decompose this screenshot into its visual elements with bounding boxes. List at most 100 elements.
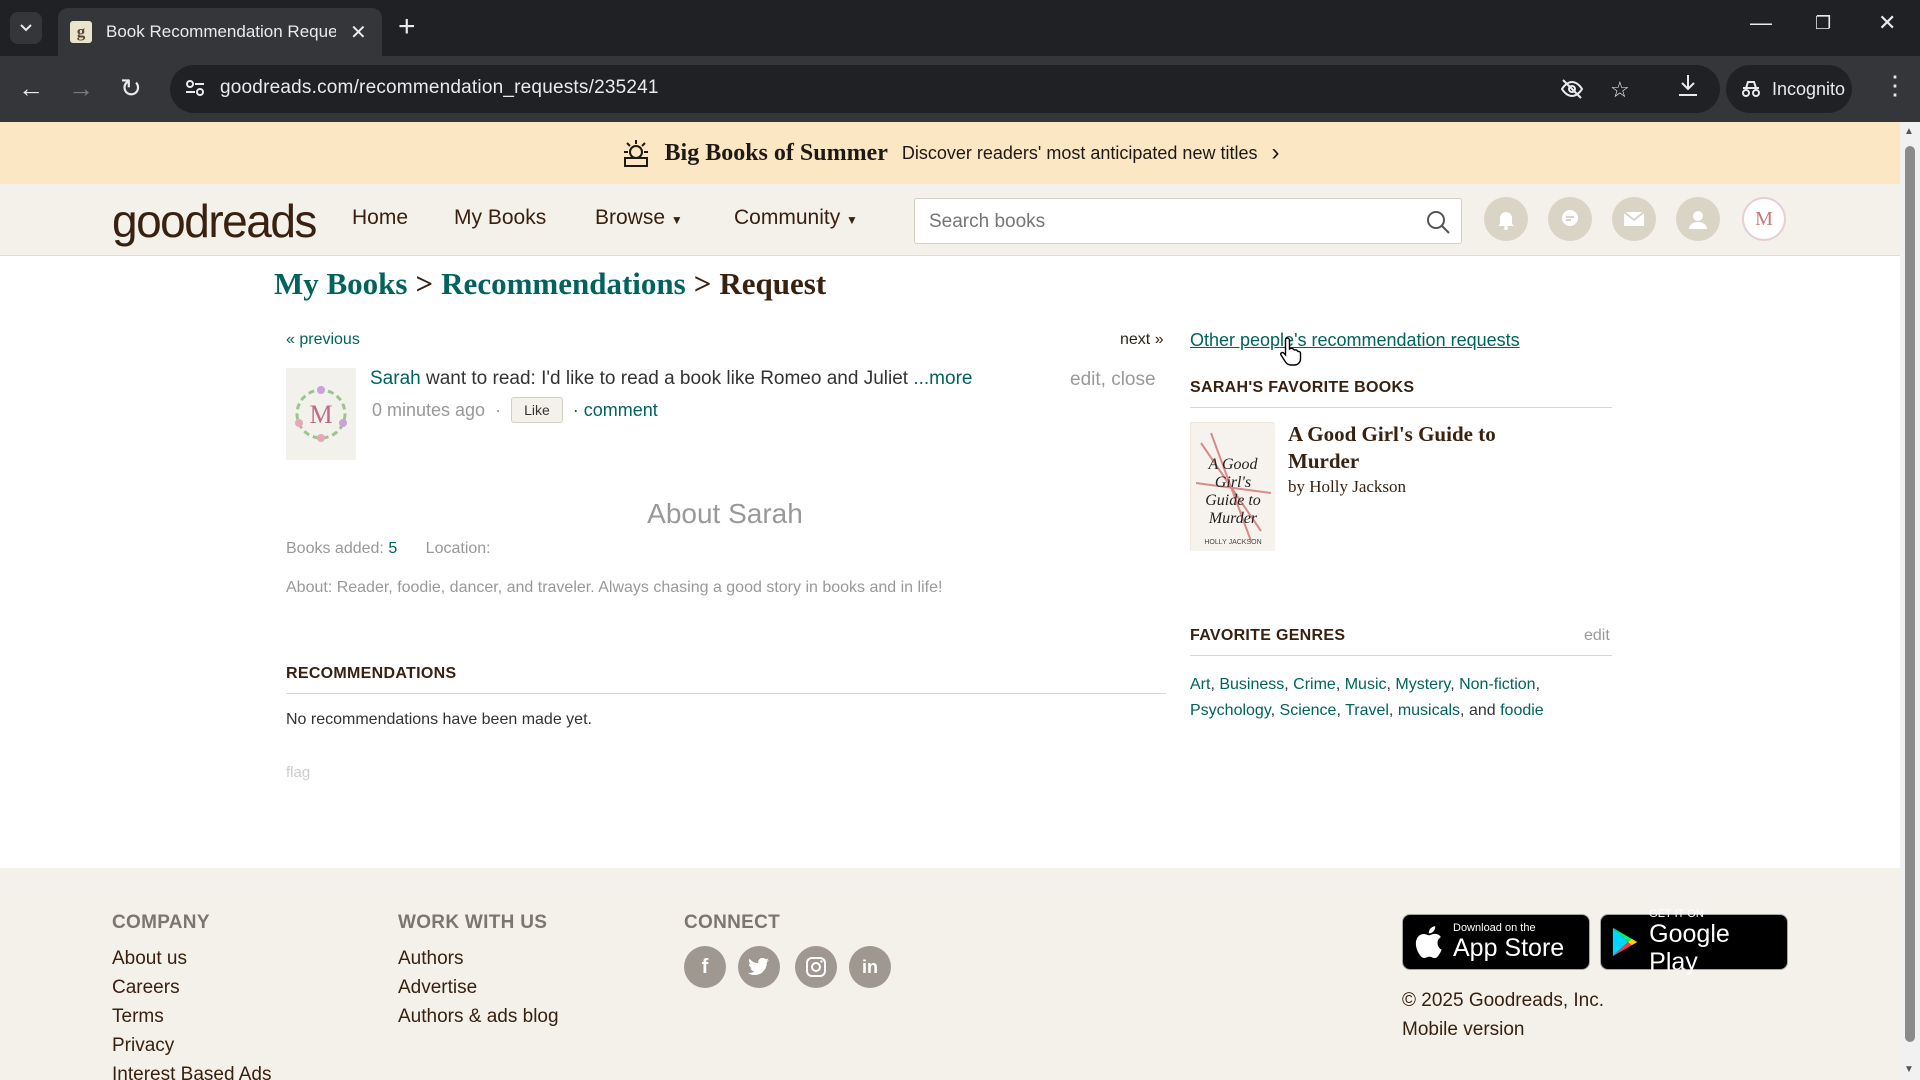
restore-icon[interactable]: ❐ (1815, 13, 1831, 34)
sun-book-icon (623, 140, 648, 167)
nav-home[interactable]: Home (352, 206, 408, 230)
more-link[interactable]: ...more (913, 368, 972, 389)
footer-link-advertise[interactable]: Advertise (398, 977, 477, 999)
author-link[interactable]: Holly Jackson (1309, 477, 1406, 496)
mobile-version-link[interactable]: Mobile version (1402, 1019, 1525, 1041)
svg-text:Guide to: Guide to (1205, 492, 1261, 509)
tab-search-button[interactable] (10, 12, 42, 44)
genre-link[interactable]: musicals (1398, 702, 1460, 719)
incognito-indicator[interactable]: Incognito (1726, 65, 1852, 113)
browser-menu-icon[interactable]: ⋮ (1882, 70, 1908, 101)
nav-my-books[interactable]: My Books (454, 206, 546, 230)
window-close-icon[interactable]: ✕ (1878, 10, 1896, 36)
requester-name-link[interactable]: Sarah (370, 368, 421, 389)
footer-link-about[interactable]: About us (112, 948, 187, 970)
genre-link[interactable]: Business (1219, 676, 1284, 693)
next-link[interactable]: next » (1120, 331, 1164, 349)
app-store-text: Download on the App Store (1453, 922, 1564, 962)
search-input[interactable]: Search books (914, 198, 1462, 244)
footer-connect-heading: CONNECT (684, 912, 781, 933)
like-button[interactable]: Like (511, 397, 563, 423)
instagram-icon[interactable] (795, 946, 837, 988)
page-scrollbar[interactable]: ▲ ▼ (1900, 122, 1920, 1080)
hand-cursor-icon (1280, 337, 1302, 366)
bookmark-star-icon[interactable]: ☆ (1610, 77, 1630, 103)
genre-link[interactable]: foodie (1500, 702, 1544, 719)
avatar-monogram-icon: M (1755, 207, 1773, 230)
favorite-book-title[interactable]: A Good Girl's Guide to Murder (1288, 421, 1548, 475)
google-play-button[interactable]: GET IT ON Google Play (1600, 908, 1788, 976)
incognito-icon (1742, 81, 1760, 97)
books-added-count-link[interactable]: 5 (388, 540, 397, 557)
genre-link[interactable]: Art (1190, 676, 1210, 693)
breadcrumb-recommendations[interactable]: Recommendations (441, 266, 686, 301)
footer-link-ads-blog[interactable]: Authors & ads blog (398, 1006, 559, 1028)
flag-link[interactable]: flag (286, 764, 310, 781)
incognito-label: Incognito (1772, 78, 1846, 99)
dropdown-caret-icon: ▼ (670, 213, 683, 227)
scrollbar-thumb[interactable] (1905, 146, 1915, 1042)
genre-link[interactable]: Psychology (1190, 702, 1271, 719)
footer-link-privacy[interactable]: Privacy (112, 1035, 174, 1057)
requester-avatar[interactable]: M (286, 368, 356, 460)
twitter-icon[interactable] (738, 946, 780, 988)
notifications-bell-icon[interactable] (1484, 197, 1528, 241)
eye-off-icon[interactable] (1560, 77, 1584, 107)
scroll-up-icon[interactable]: ▲ (1904, 126, 1914, 137)
genre-link[interactable]: Travel (1345, 702, 1389, 719)
back-arrow-icon[interactable]: ← (18, 73, 44, 103)
footer-link-interest-ads[interactable]: Interest Based Ads (112, 1064, 272, 1080)
new-tab-button[interactable]: + (398, 10, 416, 44)
breadcrumb-separator: > (415, 266, 434, 301)
banner-subtitle: Discover readers' most anticipated new t… (901, 142, 1258, 163)
genres-edit-link[interactable]: edit (1584, 627, 1610, 645)
genre-list: Art, Business, Crime, Music, Mystery, No… (1190, 676, 1544, 719)
book-cover[interactable]: A Good Girl's Guide to Murder HOLLY JACK… (1190, 422, 1275, 551)
breadcrumb-my-books[interactable]: My Books (274, 266, 408, 301)
books-added-label: Books added: (286, 540, 384, 557)
google-play-small-text: GET IT ON (1649, 908, 1704, 920)
tab-close-icon[interactable]: ✕ (350, 20, 367, 45)
profile-avatar[interactable]: M (1742, 197, 1786, 241)
reload-icon[interactable]: ↻ (120, 73, 142, 103)
address-bar[interactable]: goodreads.com/recommendation_requests/23… (170, 65, 1720, 113)
site-info-icon[interactable] (184, 77, 206, 99)
url-text[interactable]: goodreads.com/recommendation_requests/23… (220, 77, 659, 99)
genre-link[interactable]: Music (1345, 676, 1387, 693)
messages-envelope-icon[interactable] (1612, 197, 1656, 241)
genre-link[interactable]: Mystery (1395, 676, 1450, 693)
friends-icon[interactable] (1676, 197, 1720, 241)
section-divider (1190, 655, 1612, 656)
copyright-text: © 2025 Goodreads, Inc. (1402, 990, 1605, 1011)
svg-text:M: M (309, 400, 332, 429)
banner-title: Big Books of Summer (664, 139, 888, 166)
nav-browse[interactable]: Browse ▼ (595, 206, 683, 230)
request-meta: 0 minutes ago · Like · comment (372, 397, 658, 423)
genre-link[interactable]: Science (1280, 702, 1337, 719)
search-icon[interactable] (1425, 209, 1451, 235)
minimize-icon[interactable]: — (1750, 10, 1772, 36)
footer-link-terms[interactable]: Terms (112, 1006, 164, 1028)
genre-link[interactable]: Crime (1293, 676, 1336, 693)
edit-close-links[interactable]: edit, close (1070, 369, 1156, 391)
promo-banner[interactable]: Big Books of Summer Discover readers' mo… (0, 122, 1900, 184)
other-requests-link[interactable]: Other people's recommendation requests (1190, 330, 1520, 351)
comment-link[interactable]: · comment (573, 400, 658, 421)
scroll-down-icon[interactable]: ▼ (1904, 1064, 1914, 1075)
footer-link-authors[interactable]: Authors (398, 948, 463, 970)
download-icon[interactable] (1676, 73, 1700, 105)
genre-link[interactable]: Non-fiction (1459, 676, 1535, 693)
linkedin-icon[interactable]: in (849, 946, 891, 988)
breadcrumb-request: Request (719, 266, 827, 301)
previous-link[interactable]: « previous (286, 331, 360, 349)
goodreads-logo[interactable]: goodreads (112, 194, 317, 248)
forward-arrow-icon[interactable]: → (68, 73, 94, 103)
nav-community[interactable]: Community ▼ (734, 206, 858, 230)
app-store-button[interactable]: Download on the App Store (1402, 914, 1590, 970)
discussions-icon[interactable] (1548, 197, 1592, 241)
svg-text:A Good: A Good (1207, 456, 1258, 473)
facebook-icon[interactable]: f (684, 946, 726, 988)
footer-link-careers[interactable]: Careers (112, 977, 180, 999)
favorite-genres-heading: FAVORITE GENRES (1190, 627, 1346, 644)
browser-tab[interactable]: g Book Recommendation Reques ✕ (58, 8, 382, 56)
